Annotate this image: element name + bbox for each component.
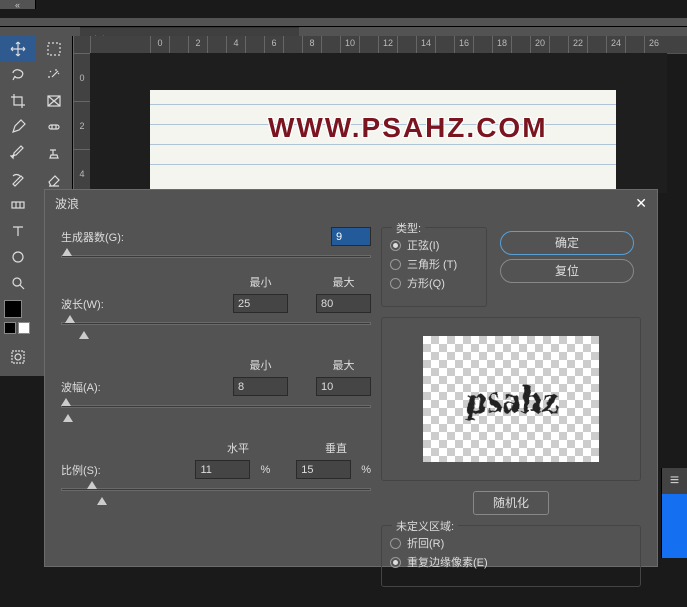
wavelength-slider[interactable] [61,317,371,331]
eyedropper-tool[interactable] [0,114,36,140]
right-panel-item[interactable] [662,494,687,558]
type-group-title: 类型: [392,220,425,236]
max-label-2: 最大 [316,357,371,373]
type-tool[interactable] [0,218,36,244]
dialog-titlebar[interactable]: 波浪 ✕ [45,190,657,217]
magic-wand-tool[interactable] [36,62,72,88]
preview-text: psahz [463,377,560,421]
generators-slider[interactable] [61,250,371,264]
wavelength-min-input[interactable] [233,294,288,313]
preview-box: psahz [381,317,641,481]
brush-tool[interactable] [0,140,36,166]
amplitude-slider[interactable] [61,400,371,414]
quick-mask-toggle[interactable] [0,344,36,370]
generators-label: 生成器数(G): [61,229,141,245]
canvas-area[interactable]: WWW.PSAHZ.COM [90,53,667,193]
foreground-color[interactable] [4,300,22,318]
background-color[interactable] [18,322,30,334]
shape-tool[interactable] [0,244,36,270]
scale-slider-2[interactable] [61,499,371,513]
swap-colors[interactable] [4,322,16,334]
max-label: 最大 [316,274,371,290]
preview-checker: psahz [423,336,599,462]
vert-label: 垂直 [301,440,371,456]
gradient-tool[interactable] [0,192,36,218]
dialog-title-text: 波浪 [55,195,79,212]
frame-tool[interactable] [36,88,72,114]
horiz-label: 水平 [203,440,273,456]
scale-v-input[interactable] [296,460,351,479]
min-label: 最小 [233,274,288,290]
close-icon[interactable]: ✕ [635,195,647,212]
canvas-document: WWW.PSAHZ.COM [150,90,616,190]
reset-button[interactable]: 复位 [500,259,634,283]
scale-slider[interactable] [61,483,371,497]
wavelength-max-input[interactable] [316,294,371,313]
history-brush-tool[interactable] [0,166,36,192]
percent-unit: % [260,464,270,476]
min-label-2: 最小 [233,357,288,373]
undefined-area-title: 未定义区域: [392,518,458,534]
generators-input[interactable] [331,227,371,246]
scale-h-input[interactable] [195,460,250,479]
type-triangle-radio[interactable]: 三角形 (T) [390,256,478,272]
lasso-tool[interactable] [0,62,36,88]
type-group: 类型: 正弦(I) 三角形 (T) 方形(Q) [381,227,487,307]
wrap-radio[interactable]: 折回(R) [390,535,632,551]
collapse-panels-button[interactable]: « [0,0,36,9]
ok-button[interactable]: 确定 [500,231,634,255]
percent-unit-2: % [361,464,371,476]
clone-stamp-tool[interactable] [36,140,72,166]
repeat-edge-radio[interactable]: 重复边缘像素(E) [390,554,632,570]
amplitude-label: 波幅(A): [61,379,141,395]
watermark-text: WWW.PSAHZ.COM [268,112,548,144]
move-tool[interactable] [0,36,36,62]
crop-tool[interactable] [0,88,36,114]
right-sidebar: ≡ [661,468,687,558]
amplitude-min-input[interactable] [233,377,288,396]
horizontal-ruler: 0 2 4 6 8 10 12 14 16 18 20 22 24 26 [73,36,687,53]
zoom-tool[interactable] [0,270,36,296]
wavelength-label: 波长(W): [61,296,141,312]
wavelength-slider-2[interactable] [61,333,371,347]
healing-brush-tool[interactable] [36,114,72,140]
wave-dialog: 波浪 ✕ 生成器数(G): 最小 最大 波长(W): [44,189,658,567]
type-sine-radio[interactable]: 正弦(I) [390,237,478,253]
undefined-area-group: 未定义区域: 折回(R) 重复边缘像素(E) [381,525,641,587]
amplitude-max-input[interactable] [316,377,371,396]
amplitude-slider-2[interactable] [61,416,371,430]
type-square-radio[interactable]: 方形(Q) [390,275,478,291]
marquee-tool[interactable] [36,36,72,62]
scale-label: 比例(S): [61,462,141,478]
randomize-button[interactable]: 随机化 [473,491,549,515]
panel-menu-icon[interactable]: ≡ [662,468,687,494]
